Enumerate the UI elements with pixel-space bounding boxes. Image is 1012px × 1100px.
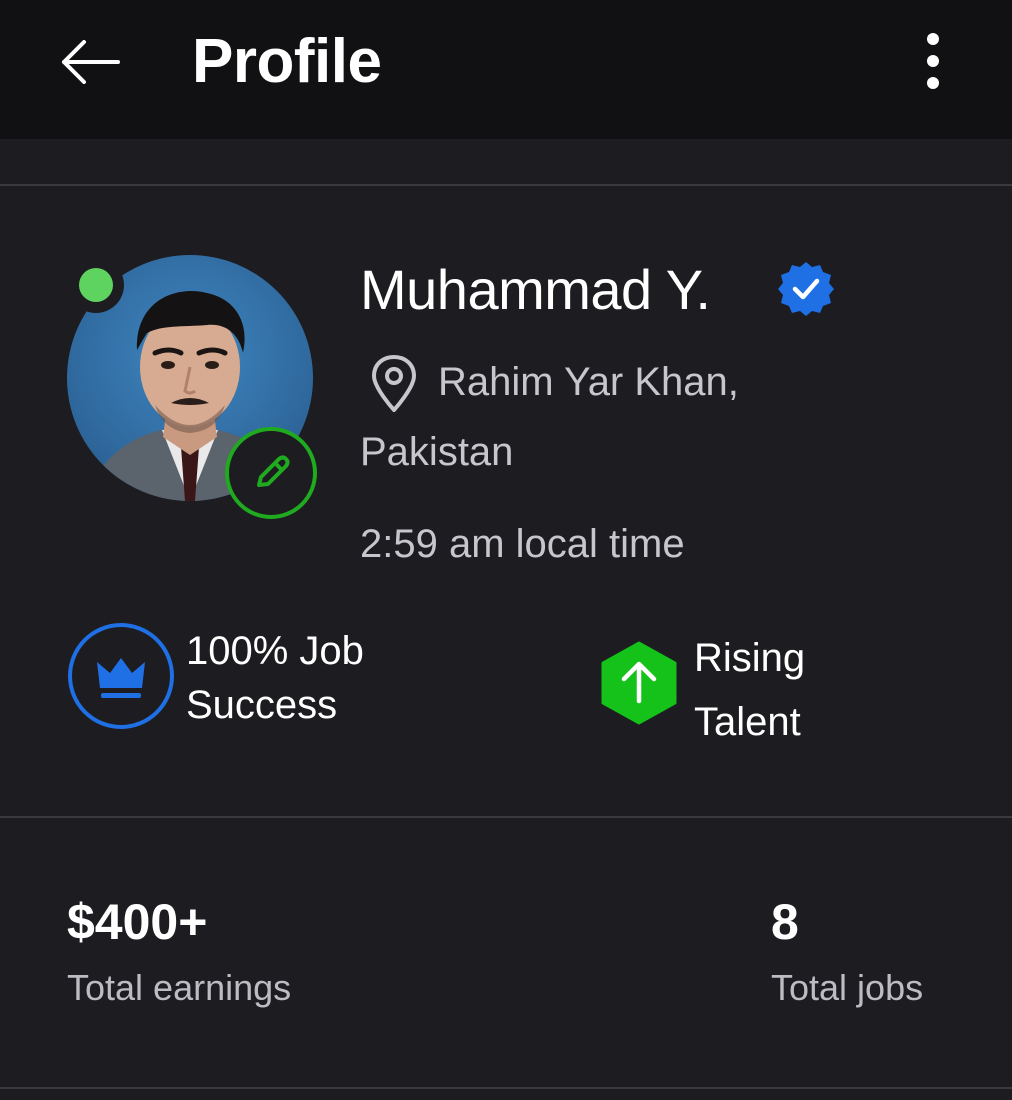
job-success-line2: Success <box>186 683 338 727</box>
rising-talent-badge[interactable]: Rising Talent <box>694 626 805 754</box>
online-status-indicator <box>68 257 124 313</box>
job-success-badge[interactable]: 100% Job Success <box>186 624 364 732</box>
app-header: Profile <box>0 0 1012 139</box>
rising-talent-icon[interactable] <box>600 641 678 725</box>
location-city: Rahim Yar Khan, <box>438 360 739 404</box>
divider <box>0 1087 1012 1089</box>
location-country: Pakistan <box>360 430 514 474</box>
total-earnings-value: $400+ <box>67 894 208 950</box>
more-vertical-icon-dot <box>927 55 939 67</box>
page-title: Profile <box>192 27 382 96</box>
edit-photo-button[interactable] <box>225 427 317 519</box>
profile-name: Muhammad Y. <box>360 258 711 321</box>
total-jobs-value: 8 <box>771 894 799 950</box>
location-pin-icon <box>372 355 416 412</box>
back-button[interactable] <box>58 30 122 94</box>
online-status-dot <box>79 268 113 302</box>
local-time: 2:59 am local time <box>360 522 685 566</box>
total-jobs-label: Total jobs <box>771 967 924 1008</box>
header-spacer <box>0 139 1012 185</box>
divider <box>0 816 1012 818</box>
total-earnings-label: Total earnings <box>67 967 292 1008</box>
rising-talent-line2: Talent <box>694 700 801 744</box>
divider <box>0 184 1012 186</box>
more-vertical-icon-dot <box>927 77 939 89</box>
more-options-button[interactable] <box>908 28 958 94</box>
verified-badge-icon <box>778 262 834 316</box>
crown-icon[interactable] <box>67 622 175 730</box>
rising-talent-line1: Rising <box>694 636 806 680</box>
arrow-left-icon <box>62 40 120 84</box>
pencil-icon <box>257 455 290 487</box>
more-vertical-icon <box>927 33 939 45</box>
job-success-line1: 100% Job <box>186 629 364 673</box>
